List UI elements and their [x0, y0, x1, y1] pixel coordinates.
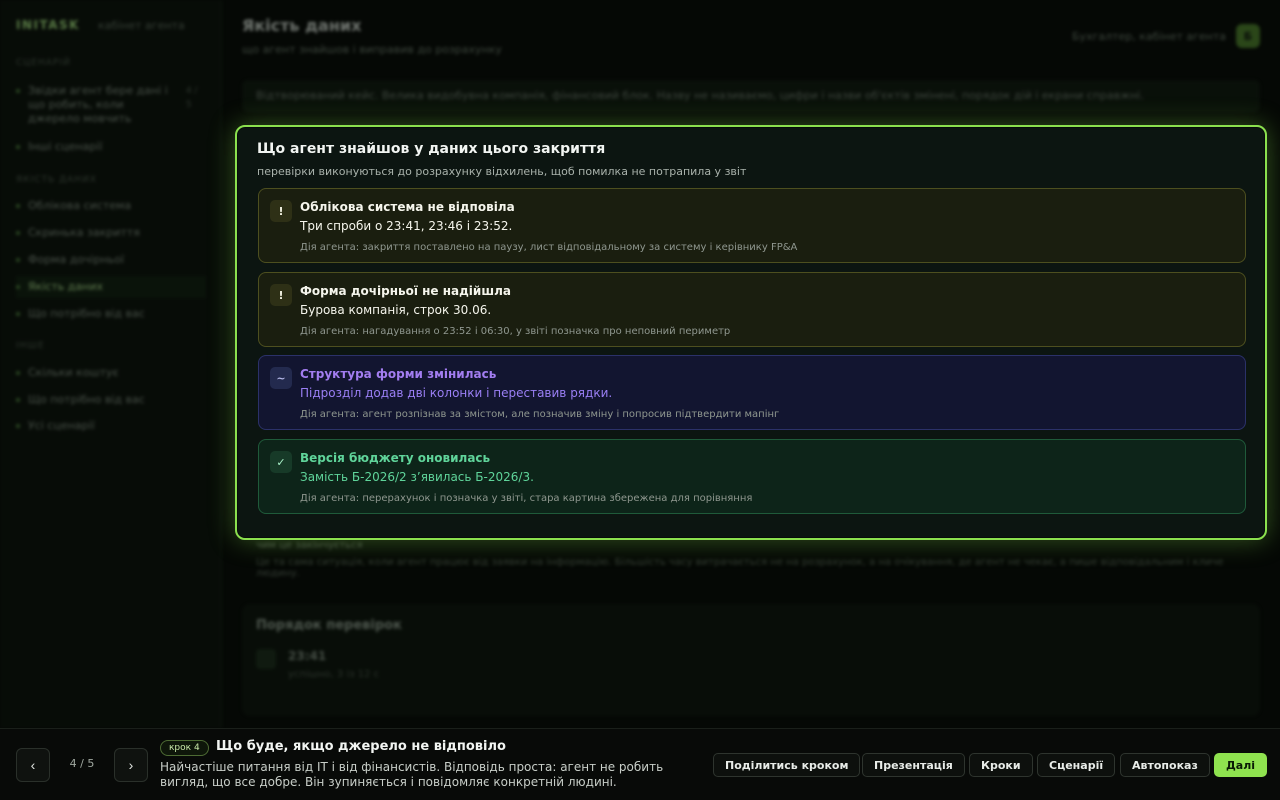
- pager-total: 5: [87, 757, 95, 770]
- outcome-title: чим це закінчується: [256, 540, 363, 551]
- issue-action: Дія агента: перерахунок і позначка у зві…: [300, 493, 753, 504]
- issue-card-accounting-system: ! Облікова система не відповіла Три спро…: [258, 188, 1246, 263]
- next-button[interactable]: Далі: [1214, 753, 1268, 777]
- panel-title: Що агент знайшов у даних цього закриття: [257, 141, 606, 157]
- issue-title: Версія бюджету оновилась: [300, 451, 491, 465]
- next-step-arrow-button[interactable]: ›: [114, 748, 148, 782]
- bullet-icon: [16, 204, 20, 208]
- step-pager: 4 / 5: [58, 757, 106, 770]
- presentation-button[interactable]: Презентація: [862, 753, 965, 777]
- autoplay-button[interactable]: Автопоказ: [1120, 753, 1210, 777]
- issue-action: Дія агента: нагадування о 23:52 і 06:30,…: [300, 326, 731, 337]
- bullet-icon: [16, 89, 20, 93]
- warning-icon: !: [270, 200, 292, 222]
- tilde-icon: ~: [270, 367, 292, 389]
- page-title: Якість даних: [242, 16, 362, 35]
- scenarios-button[interactable]: Сценарії: [1037, 753, 1116, 777]
- issue-action: Дія агента: агент розпізнав за змістом, …: [300, 409, 780, 420]
- brand: INITASK кабінет агента: [16, 18, 185, 32]
- issue-detail: Замість Б-2026/2 з’явилась Б-2026/3.: [300, 470, 534, 484]
- sidebar: INITASK кабінет агента СЦЕНАРІЙ Звідки а…: [0, 0, 222, 728]
- brand-logo: INITASK: [16, 18, 80, 32]
- page-header: Якість даних що агент знайшов і виправив…: [242, 16, 502, 56]
- issue-detail: Бурова компанія, строк 30.06.: [300, 303, 492, 317]
- bullet-icon: [16, 312, 20, 316]
- avatar[interactable]: Б: [1236, 24, 1260, 48]
- brand-subtitle: кабінет агента: [97, 19, 185, 32]
- checkmark-icon: ✓: [270, 451, 292, 473]
- check-time: 23:41: [288, 649, 327, 663]
- bullet-icon: [16, 371, 20, 375]
- sidebar-section-quality: ЯКІСТЬ ДАНИХ: [16, 175, 97, 185]
- prev-step-button[interactable]: ‹: [16, 748, 50, 782]
- sidebar-item-all-scenarios[interactable]: Усі сценарії: [16, 419, 206, 433]
- issue-title: Форма дочірньої не надійшла: [300, 284, 511, 298]
- issue-detail: Три спроби о 23:41, 23:46 і 23:52.: [300, 219, 513, 233]
- issue-title: Структура форми змінилась: [300, 367, 497, 381]
- check-desc: успішно, 3 із 12 с: [288, 669, 380, 680]
- panel-subtitle: перевірки виконуються до розрахунку відх…: [257, 165, 747, 178]
- bullet-icon: [16, 424, 20, 428]
- step-description: Найчастіше питання від IT і від фінансис…: [160, 760, 664, 789]
- user-area[interactable]: Бухгалтер, кабінет агента Б: [1072, 24, 1260, 48]
- page-subtitle: що агент знайшов і виправив до розрахунк…: [242, 43, 502, 56]
- pager-separator: /: [80, 757, 84, 770]
- sidebar-item-what-needed[interactable]: Що потрібно від вас: [16, 307, 206, 321]
- sidebar-section-scenario: СЦЕНАРІЙ: [16, 58, 71, 68]
- sidebar-item-accounting[interactable]: Облікова система: [16, 199, 206, 213]
- issue-action: Дія агента: закриття поставлено на паузу…: [300, 242, 798, 253]
- step-title: Що буде, якщо джерело не відповіло: [216, 739, 506, 754]
- warning-icon: !: [270, 284, 292, 306]
- issue-detail: Підрозділ додав дві колонки і переставив…: [300, 386, 613, 400]
- issue-card-subsidiary-form: ! Форма дочірньої не надійшла Бурова ком…: [258, 272, 1246, 347]
- sidebar-item-mailbox[interactable]: Скринька закриття: [16, 226, 206, 240]
- share-step-button[interactable]: Поділитись кроком: [713, 753, 861, 777]
- walkthrough-bar: ‹ 4 / 5 › крок 4 Що буде, якщо джерело н…: [0, 728, 1280, 800]
- bullet-icon: [16, 285, 20, 289]
- step-badge: крок 4: [160, 740, 209, 756]
- issue-card-form-structure: ~ Структура форми змінилась Підрозділ до…: [258, 355, 1246, 430]
- sidebar-item-what-needed-2[interactable]: Що потрібно від вас: [16, 393, 206, 407]
- sidebar-section-misc: ІНШЕ: [16, 341, 45, 351]
- steps-button[interactable]: Кроки: [969, 753, 1033, 777]
- issue-card-budget-version: ✓ Версія бюджету оновилась Замість Б-202…: [258, 439, 1246, 514]
- issue-title: Облікова система не відповіла: [300, 200, 515, 214]
- sidebar-item-scenario[interactable]: Звідки агент бере дані і що робить, коли…: [16, 84, 206, 126]
- data-findings-panel: Що агент знайшов у даних цього закриття …: [235, 125, 1267, 540]
- pager-current: 4: [69, 757, 77, 770]
- user-name: Бухгалтер, кабінет агента: [1072, 29, 1226, 43]
- checks-card: Порядок перевірок 23:41 успішно, 3 із 12…: [242, 604, 1260, 716]
- sidebar-item-data-quality[interactable]: Якість даних: [16, 276, 206, 298]
- bullet-icon: [16, 398, 20, 402]
- outcome-section: чим це закінчується Це та сама ситуація,…: [242, 540, 1260, 600]
- step-marker-icon: [256, 649, 276, 669]
- checks-title: Порядок перевірок: [256, 618, 402, 633]
- bullet-icon: [16, 145, 20, 149]
- outcome-text: Це та сама ситуація, коли агент працює в…: [256, 557, 1224, 579]
- sidebar-item-other-scenarios[interactable]: Інші сценарії: [16, 140, 206, 154]
- check-step: 23:41 успішно, 3 із 12 с: [256, 649, 1246, 680]
- case-notice: Відтворюваний кейс. Велика видобувна ком…: [242, 80, 1260, 112]
- sidebar-item-subsidiary-form[interactable]: Форма дочірньої: [16, 253, 206, 267]
- sidebar-item-cost[interactable]: Скільки коштує: [16, 366, 206, 380]
- bullet-icon: [16, 231, 20, 235]
- bullet-icon: [16, 258, 20, 262]
